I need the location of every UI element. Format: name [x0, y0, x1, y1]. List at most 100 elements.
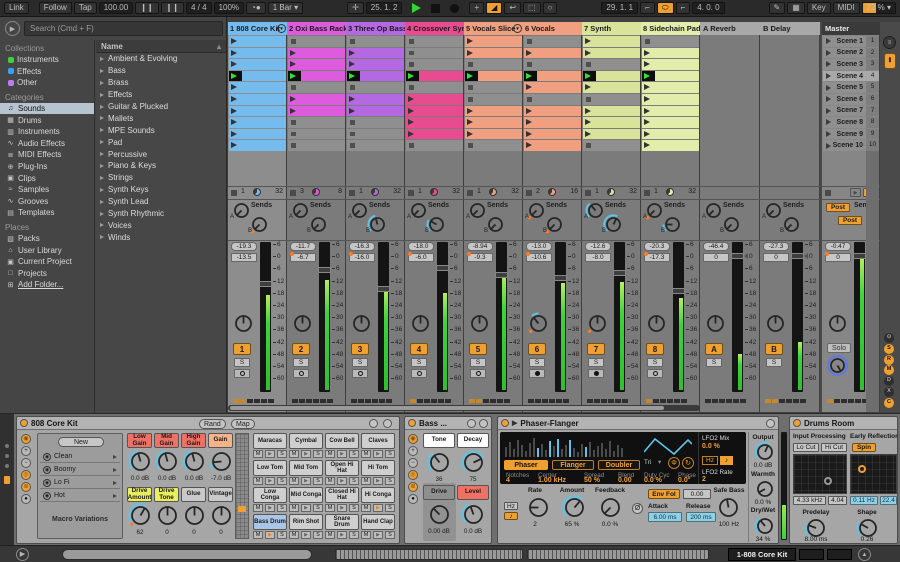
clip-stop-slot[interactable]	[288, 82, 345, 93]
mixer-section-toggle-c[interactable]: C	[884, 397, 894, 408]
view-tab-dot[interactable]	[5, 444, 9, 448]
feedback-value[interactable]: 0.0 %	[592, 521, 628, 528]
collection-instruments[interactable]: Instruments	[0, 54, 94, 66]
macro-knob-7[interactable]	[182, 503, 207, 528]
macro-header[interactable]: Low Gain	[127, 433, 152, 448]
expand-icon[interactable]	[100, 140, 104, 145]
bass-title-bar[interactable]: Bass ...	[405, 417, 491, 430]
pad-mute-button[interactable]: M	[253, 531, 263, 539]
clip-stop-slot[interactable]	[465, 82, 522, 93]
macro-value[interactable]: 0	[152, 529, 182, 536]
new-variation-button[interactable]: New	[58, 437, 104, 447]
clip-stop-slot[interactable]	[583, 59, 640, 70]
predelay-knob[interactable]	[804, 516, 828, 540]
spin-rate-field[interactable]: 0.11 Hz	[850, 496, 878, 505]
pad-solo-button[interactable]: S	[313, 477, 323, 485]
device-on-icon[interactable]	[501, 419, 509, 427]
clip-stop-slot[interactable]	[347, 82, 404, 93]
volume-field[interactable]: -6.7	[290, 252, 316, 262]
variation-row[interactable]: ◉ Boomy	[40, 464, 120, 476]
dry-wet-knob[interactable]	[754, 515, 776, 537]
rack-control-icon[interactable]: +	[21, 446, 31, 456]
rate-hz-button[interactable]: Hz	[504, 502, 518, 510]
tempo-field[interactable]: 100.00	[98, 2, 134, 14]
pad-play-icon[interactable]: ▶	[301, 504, 311, 512]
clip-play-icon[interactable]	[467, 38, 473, 44]
nudge-up-button[interactable]: ❙❙	[160, 2, 184, 14]
solo-button[interactable]: S	[529, 358, 545, 367]
clip-slot[interactable]	[642, 47, 699, 59]
snapshot-icon[interactable]: ◉	[43, 465, 51, 474]
expand-icon[interactable]	[100, 68, 104, 73]
clip-stop-slot[interactable]	[524, 36, 581, 47]
track-header[interactable]: 8 Sidechain Pad	[641, 22, 700, 35]
volume-field[interactable]: -16.0	[349, 252, 375, 262]
pad-play-icon[interactable]: ▶	[265, 531, 275, 539]
scene-slot[interactable]: Scene 6	[823, 94, 866, 105]
clip-slot[interactable]	[229, 128, 286, 140]
tap-tempo-button[interactable]: Tap	[73, 2, 97, 14]
scene-slot[interactable]: Scene 1	[823, 36, 866, 47]
pad-play-icon[interactable]: ▶	[265, 504, 275, 512]
clip-slot[interactable]	[642, 82, 699, 93]
sidebar-item-sounds[interactable]: ♫ Sounds	[0, 102, 94, 115]
clip-play-icon[interactable]	[290, 107, 296, 114]
macro-header[interactable]: Vintage	[208, 487, 233, 502]
clip-slot[interactable]	[583, 70, 640, 82]
pad-solo-button[interactable]: S	[349, 504, 359, 512]
drum-pad-claves[interactable]: Claves	[361, 433, 395, 449]
clip-play-icon[interactable]	[467, 130, 473, 137]
clip-play-icon[interactable]	[526, 49, 532, 56]
cue-volume-knob[interactable]	[827, 355, 848, 376]
automation-arm-button[interactable]: ◢	[486, 2, 503, 14]
post-toggle-button[interactable]: Post	[838, 216, 862, 225]
solo-button[interactable]: S	[706, 358, 722, 367]
param-knob-drive[interactable]	[427, 502, 452, 527]
spin-xy[interactable]	[850, 454, 897, 494]
drum-pad-bass-drum[interactable]: Bass Drum	[253, 514, 287, 530]
pad-mute-button[interactable]: M	[325, 504, 335, 512]
track-activator-button[interactable]: 3	[351, 343, 369, 355]
rack-control-icon[interactable]: ●	[408, 494, 418, 504]
clip-play-icon[interactable]	[408, 96, 414, 102]
playing-clip-icon[interactable]	[644, 72, 650, 79]
solo-button[interactable]: S	[234, 358, 250, 367]
pad-solo-button[interactable]: S	[277, 450, 287, 458]
collection-effects[interactable]: Effects	[0, 66, 94, 78]
clip-slot[interactable]	[642, 59, 699, 70]
macro-value[interactable]: 0	[206, 529, 236, 536]
mode-flanger-button[interactable]: Flanger	[552, 460, 594, 470]
browser-item[interactable]: Winds	[96, 231, 226, 243]
clip-stop-slot[interactable]	[347, 140, 404, 151]
arm-button[interactable]	[588, 369, 604, 378]
clip-slot[interactable]	[583, 128, 640, 140]
key-map-button[interactable]: Key	[806, 2, 831, 14]
drum-pad-cow-bell[interactable]: Cow Bell	[325, 433, 359, 449]
pad-solo-button[interactable]: S	[277, 477, 287, 485]
clip-stop-slot[interactable]	[288, 36, 345, 47]
stop-clip-icon[interactable]	[467, 190, 473, 196]
playing-clip-icon[interactable]	[585, 72, 591, 79]
drum-pad-hi-tom[interactable]: Hi Tom	[361, 460, 395, 476]
rate-knob[interactable]	[526, 495, 551, 520]
clip-play-icon[interactable]	[526, 107, 532, 114]
clip-slot[interactable]	[347, 70, 404, 82]
browser-item[interactable]: Synth Keys	[96, 184, 226, 196]
macro-knob-2[interactable]	[155, 449, 180, 474]
rack-control-icon[interactable]: ≣	[21, 482, 31, 492]
browser-item[interactable]: Bass	[96, 65, 226, 77]
launch-variation-icon[interactable]	[113, 493, 117, 498]
mixer-section-toggle-s[interactable]: S	[884, 343, 894, 354]
browser-item[interactable]: Ambient & Evolving	[96, 53, 226, 65]
expand-icon[interactable]	[100, 175, 104, 180]
sidebar-item-instruments[interactable]: ▥ Instruments	[0, 126, 94, 138]
send-b-knob[interactable]	[603, 214, 624, 235]
fader-handle[interactable]	[436, 265, 449, 272]
tempo-follow-button[interactable]: Follow	[38, 2, 72, 14]
playing-clip-icon[interactable]	[231, 72, 237, 79]
duty-cycle-value[interactable]: 0.0 %	[644, 477, 662, 484]
clip-slot[interactable]	[288, 70, 345, 82]
macro-header[interactable]: Drive Tone	[154, 487, 179, 502]
send-b-knob[interactable]	[485, 214, 506, 235]
scene-slot[interactable]: Scene 3	[823, 59, 866, 70]
